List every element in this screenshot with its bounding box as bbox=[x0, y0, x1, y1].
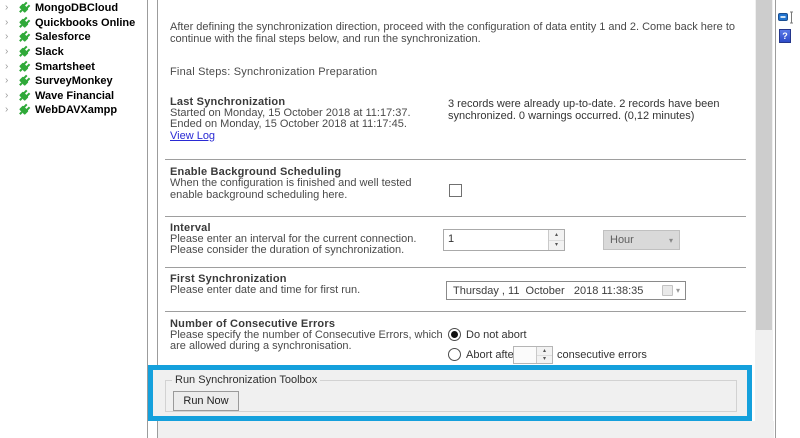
rename-field-icon[interactable] bbox=[778, 11, 794, 24]
section-divider bbox=[165, 267, 746, 268]
expand-chevron-icon[interactable]: › bbox=[5, 76, 15, 86]
first-sync-datetime-picker[interactable]: Thursday , 11 October 2018 11:38:35 ▾ bbox=[446, 281, 686, 300]
do-not-abort-label[interactable]: Do not abort bbox=[466, 329, 527, 341]
spin-down-icon[interactable]: ▾ bbox=[549, 241, 564, 251]
section-divider bbox=[165, 216, 746, 217]
first-sync-description: Please enter date and time for first run… bbox=[170, 285, 360, 297]
expand-chevron-icon[interactable]: › bbox=[5, 91, 15, 101]
vertical-scrollbar[interactable] bbox=[755, 0, 773, 438]
help-icon[interactable]: ? bbox=[779, 29, 791, 43]
abort-after-option[interactable]: Abort after bbox=[448, 348, 517, 361]
interval-spinner: ▴ ▾ bbox=[548, 230, 564, 250]
tree-item-label[interactable]: Wave Financial bbox=[35, 90, 114, 102]
tree-item-label[interactable]: Smartsheet bbox=[35, 61, 95, 73]
calendar-icon[interactable] bbox=[662, 285, 673, 296]
chevron-down-icon: ▾ bbox=[669, 236, 673, 245]
scrollbar-thumb[interactable] bbox=[756, 0, 772, 330]
do-not-abort-radio[interactable] bbox=[448, 328, 461, 341]
tree-item-webdavxampp[interactable]: › WebDAVXampp bbox=[0, 103, 147, 118]
tree-item-quickbooks-online[interactable]: › Quickbooks Online bbox=[0, 16, 147, 31]
chevron-down-icon[interactable]: ▾ bbox=[676, 286, 680, 295]
run-now-button[interactable]: Run Now bbox=[173, 391, 239, 411]
background-scheduling-description: When the configuration is finished and w… bbox=[170, 178, 425, 201]
abort-count-input[interactable]: ▴ ▾ bbox=[513, 346, 553, 364]
tree-item-mongodbcloud[interactable]: › MongoDBCloud bbox=[0, 1, 147, 16]
view-log-link[interactable]: View Log bbox=[170, 130, 215, 142]
interval-value[interactable]: 1 bbox=[444, 230, 548, 250]
interval-unit-value: Hour bbox=[610, 234, 634, 246]
expand-chevron-icon[interactable]: › bbox=[5, 62, 15, 72]
tree-item-label[interactable]: Quickbooks Online bbox=[35, 17, 135, 29]
connector-tree: › MongoDBCloud › Quickbooks Online › Sal… bbox=[0, 0, 147, 438]
expand-chevron-icon[interactable]: › bbox=[5, 3, 15, 13]
last-sync-summary: 3 records were already up-to-date. 2 rec… bbox=[448, 99, 758, 122]
tree-item-label[interactable]: MongoDBCloud bbox=[35, 2, 118, 14]
abort-count-spinner: ▴ ▾ bbox=[536, 347, 552, 363]
expand-chevron-icon[interactable]: › bbox=[5, 105, 15, 115]
tree-item-wave-financial[interactable]: › Wave Financial bbox=[0, 89, 147, 104]
tree-item-label[interactable]: WebDAVXampp bbox=[35, 104, 117, 116]
run-toolbox-group: Run Synchronization Toolbox Run Now bbox=[165, 374, 737, 412]
highlight-box: Run Synchronization Toolbox Run Now bbox=[148, 365, 752, 421]
tree-item-label[interactable]: SurveyMonkey bbox=[35, 75, 113, 87]
bottom-panel bbox=[158, 421, 774, 438]
background-scheduling-checkbox[interactable] bbox=[449, 184, 462, 197]
spin-down-icon[interactable]: ▾ bbox=[537, 356, 552, 364]
section-divider bbox=[165, 311, 746, 312]
abort-count-value[interactable] bbox=[514, 347, 536, 363]
connector-plug-icon bbox=[16, 102, 33, 119]
consecutive-errors-suffix-label: consecutive errors bbox=[557, 350, 647, 362]
tree-item-label[interactable]: Slack bbox=[35, 46, 64, 58]
tree-item-salesforce[interactable]: › Salesforce bbox=[0, 30, 147, 45]
first-sync-datetime-value[interactable]: Thursday , 11 October 2018 11:38:35 bbox=[447, 285, 643, 297]
tree-item-surveymonkey[interactable]: › SurveyMonkey bbox=[0, 74, 147, 89]
expand-chevron-icon[interactable]: › bbox=[5, 47, 15, 57]
tree-item-smartsheet[interactable]: › Smartsheet bbox=[0, 59, 147, 74]
interval-input[interactable]: 1 ▴ ▾ bbox=[443, 229, 565, 251]
interval-unit-select[interactable]: Hour ▾ bbox=[603, 230, 680, 250]
final-steps-title: Final Steps: Synchronization Preparation bbox=[170, 66, 377, 78]
gutter-border-line bbox=[775, 0, 776, 438]
spin-up-icon[interactable]: ▴ bbox=[537, 347, 552, 356]
section-divider bbox=[165, 159, 746, 160]
tree-item-slack[interactable]: › Slack bbox=[0, 45, 147, 60]
intro-paragraph: After defining the synchronization direc… bbox=[170, 22, 755, 45]
last-sync-ended: Ended on Monday, 15 October 2018 at 11:1… bbox=[170, 119, 407, 131]
tree-item-label[interactable]: Salesforce bbox=[35, 31, 91, 43]
do-not-abort-option[interactable]: Do not abort bbox=[448, 328, 527, 341]
spin-up-icon[interactable]: ▴ bbox=[549, 230, 564, 241]
consecutive-errors-description-2: are allowed during a synchronisation. bbox=[170, 341, 352, 353]
abort-after-label[interactable]: Abort after bbox=[466, 349, 517, 361]
abort-after-radio[interactable] bbox=[448, 348, 461, 361]
app-window: › MongoDBCloud › Quickbooks Online › Sal… bbox=[0, 0, 800, 438]
run-toolbox-title: Run Synchronization Toolbox bbox=[172, 374, 320, 386]
expand-chevron-icon[interactable]: › bbox=[5, 18, 15, 28]
expand-chevron-icon[interactable]: › bbox=[5, 32, 15, 42]
interval-description-2: Please consider the duration of synchron… bbox=[170, 245, 404, 257]
